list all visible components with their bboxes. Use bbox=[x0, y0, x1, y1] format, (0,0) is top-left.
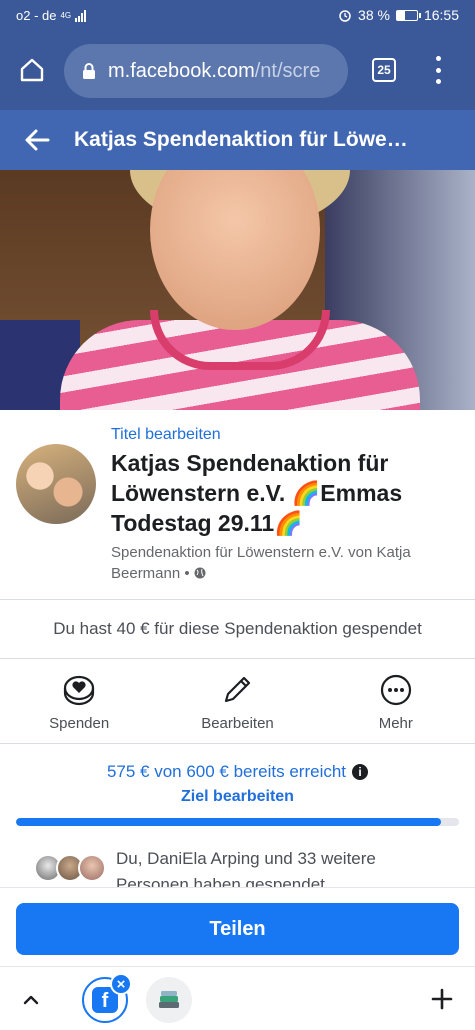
info-icon[interactable]: i bbox=[352, 764, 369, 780]
share-container: Teilen bbox=[0, 888, 475, 966]
tab-switcher-button[interactable]: 25 bbox=[372, 58, 396, 82]
browser-bottom-bar: f × bbox=[0, 966, 475, 1030]
browser-menu-icon[interactable] bbox=[433, 56, 443, 84]
donors-row[interactable]: Du, DaniEla Arping und 33 weitere Person… bbox=[0, 844, 475, 888]
fundraiser-subtitle: Spendenaktion für Löwenstern e.V. von Ka… bbox=[111, 542, 456, 584]
organizer-avatar[interactable] bbox=[16, 444, 96, 524]
pencil-icon bbox=[225, 676, 251, 703]
edit-title-link[interactable]: Titel bearbeiten bbox=[111, 426, 221, 444]
stack-icon bbox=[159, 991, 179, 1008]
close-tab-icon[interactable]: × bbox=[110, 973, 132, 995]
url-path: /nt/scre bbox=[254, 59, 321, 82]
action-bar: Spenden Bearbeiten Mehr bbox=[0, 659, 475, 743]
progress-bar bbox=[16, 818, 459, 826]
fundraiser-info: Titel bearbeiten Katjas Spendenaktion fü… bbox=[0, 410, 475, 600]
battery-icon bbox=[395, 9, 421, 21]
donor-avatars bbox=[34, 854, 106, 882]
page-header: Katjas Spendenaktion für Löwe… bbox=[0, 110, 475, 170]
lock-icon bbox=[83, 63, 95, 79]
more-button[interactable]: Mehr bbox=[317, 659, 475, 743]
home-icon[interactable] bbox=[18, 56, 46, 84]
goal-section: 575 € von 600 € bereits erreicht i Ziel b… bbox=[0, 744, 475, 844]
chevron-up-icon[interactable] bbox=[20, 989, 42, 1011]
address-bar[interactable]: m.facebook.com/nt/scre bbox=[64, 44, 348, 98]
page-title: Katjas Spendenaktion für Löwe… bbox=[74, 128, 408, 151]
donate-button[interactable]: Spenden bbox=[0, 659, 158, 743]
clock: 16:55 bbox=[423, 7, 459, 23]
donors-text: Du, DaniEla Arping und 33 weitere Person… bbox=[116, 849, 376, 888]
donated-notice: Du hast 40 € für diese Spendenaktion ges… bbox=[53, 619, 422, 638]
more-label: Mehr bbox=[378, 715, 413, 732]
cover-photo[interactable] bbox=[0, 170, 475, 410]
signal-icon bbox=[75, 9, 87, 22]
new-tab-icon[interactable] bbox=[430, 987, 454, 1011]
carrier-label: o2 - de bbox=[16, 8, 57, 23]
alarm-icon bbox=[339, 10, 351, 22]
donate-label: Spenden bbox=[49, 715, 110, 732]
globe-icon bbox=[194, 567, 206, 579]
more-dots-icon bbox=[380, 674, 411, 706]
url-text: m.facebook.com/nt/scre bbox=[108, 60, 320, 83]
avatar bbox=[78, 854, 106, 882]
donate-heart-coin-icon bbox=[64, 675, 95, 706]
status-bar: o2 - de 4G 38 % 16:55 bbox=[0, 0, 475, 32]
back-arrow-icon[interactable] bbox=[22, 125, 52, 155]
fundraiser-title: Katjas Spendenaktion für Löwenstern e.V.… bbox=[111, 450, 403, 536]
battery-percent: 38 % bbox=[358, 7, 390, 23]
url-host: m.facebook.com bbox=[108, 59, 255, 82]
fundraiser-subtitle-text: Spendenaktion für Löwenstern e.V. von Ka… bbox=[111, 544, 411, 582]
share-button[interactable]: Teilen bbox=[16, 903, 459, 955]
raised-amount: 575 € von 600 € bereits erreicht i bbox=[0, 762, 475, 782]
network-label: 4G bbox=[60, 11, 72, 20]
edit-label: Bearbeiten bbox=[201, 715, 274, 732]
other-tab[interactable] bbox=[146, 977, 192, 1023]
edit-button[interactable]: Bearbeiten bbox=[158, 659, 316, 743]
raised-text: 575 € von 600 € bereits erreicht bbox=[106, 762, 347, 781]
edit-goal-link[interactable]: Ziel bearbeiten bbox=[0, 788, 475, 806]
browser-toolbar: m.facebook.com/nt/scre 25 bbox=[0, 32, 475, 110]
progress-fill bbox=[16, 818, 441, 826]
